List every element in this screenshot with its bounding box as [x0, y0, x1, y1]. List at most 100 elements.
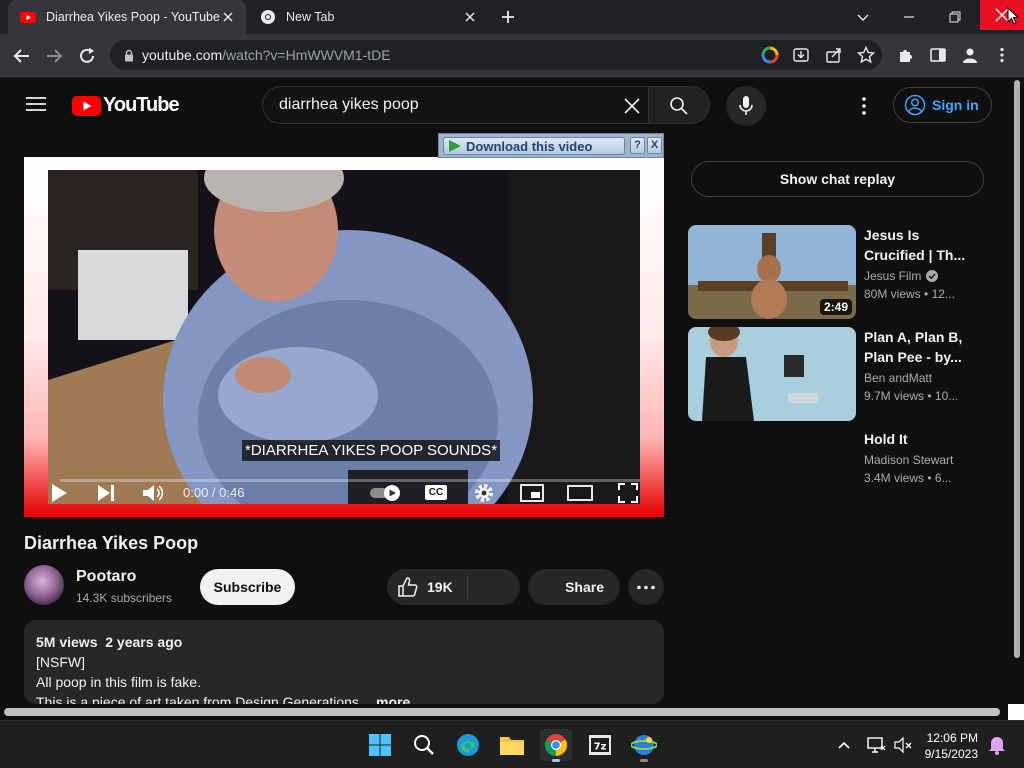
system-clock[interactable]: 12:06 PM 9/15/2023	[918, 730, 978, 762]
show-more-link[interactable]: more	[376, 692, 410, 704]
chrome-menu-dots-icon[interactable]	[993, 46, 1011, 64]
next-video-icon[interactable]	[96, 484, 116, 502]
video-title[interactable]: Hold It	[864, 429, 968, 449]
tab-title: Diarrhea Yikes Poop - YouTube	[46, 10, 220, 24]
video-thumbnail[interactable]	[688, 429, 856, 523]
video-thumbnail[interactable]: 2:49	[688, 225, 856, 319]
play-icon[interactable]	[50, 483, 68, 503]
video-player[interactable]: *DIARRHEA YIKES POOP SOUNDS* 0:00 / 0:46…	[24, 157, 664, 517]
tray-chevron-up-icon[interactable]	[836, 737, 852, 753]
edge-browser-icon[interactable]	[452, 729, 484, 761]
like-divider	[467, 575, 468, 599]
tray-volume-muted-icon[interactable]	[893, 735, 913, 755]
subscribe-button[interactable]: Subscribe	[200, 569, 295, 605]
seven-zip-icon[interactable]: 7z	[584, 729, 616, 761]
tab-close-icon[interactable]	[220, 9, 236, 25]
video-duration: 2:49	[819, 299, 852, 315]
voice-search-button[interactable]	[726, 86, 766, 126]
youtube-logo[interactable]: YouTube	[72, 94, 180, 117]
side-panel-icon[interactable]	[929, 46, 947, 64]
recommended-video[interactable]: 2:49 Jesus Is Crucified | Th... Jesus Fi…	[688, 225, 988, 319]
download-video-toolbar: Download this video ? X	[438, 133, 664, 158]
miniplayer-icon[interactable]	[520, 484, 544, 502]
closed-captions-button[interactable]: CC	[424, 483, 448, 503]
google-lens-icon[interactable]	[761, 46, 779, 64]
like-thumb-icon[interactable]	[397, 576, 419, 598]
reload-icon[interactable]	[77, 46, 97, 66]
download-video-button[interactable]: Download this video	[443, 137, 625, 155]
running-app-indicator	[640, 759, 648, 762]
minimize-icon[interactable]	[901, 9, 917, 25]
channel-line: Jesus Film	[864, 269, 939, 283]
description-box[interactable]: 5M views 2 years ago [NSFW] All poop in …	[24, 620, 664, 704]
theater-mode-icon[interactable]	[567, 485, 593, 501]
restore-icon[interactable]	[947, 9, 963, 25]
forward-arrow-icon[interactable]	[44, 46, 64, 66]
url-host: youtube.com	[142, 47, 223, 63]
description-line: All poop in this film is fake.	[36, 674, 201, 690]
share-page-icon[interactable]	[825, 46, 843, 64]
vertical-scrollbar-thumb[interactable]	[1014, 80, 1020, 658]
youtube-header: YouTube diarrhea yikes poop Sign in	[0, 78, 1010, 134]
start-windows-icon[interactable]	[364, 729, 396, 761]
taskbar-search-icon[interactable]	[408, 729, 440, 761]
video-title[interactable]: Jesus Is Crucified | Th...	[864, 225, 968, 265]
extensions-puzzle-icon[interactable]	[897, 46, 915, 64]
download-help-button[interactable]: ?	[630, 137, 645, 154]
channel-name[interactable]: Ben andMatt	[864, 371, 932, 385]
file-explorer-icon[interactable]	[496, 729, 528, 761]
video-frame[interactable]: *DIARRHEA YIKES POOP SOUNDS* 0:00 / 0:46…	[48, 170, 640, 504]
settings-gear-icon[interactable]	[473, 482, 495, 504]
show-chat-replay-button[interactable]: Show chat replay	[691, 161, 984, 197]
channel-avatar[interactable]	[24, 565, 64, 605]
install-app-icon[interactable]	[792, 46, 810, 64]
network-app-icon[interactable]	[628, 729, 660, 762]
chrome-favicon-icon	[260, 9, 276, 25]
profile-icon[interactable]	[961, 46, 979, 64]
browser-tab-strip: Diarrhea Yikes Poop - YouTube New Tab	[0, 0, 1024, 34]
fullscreen-icon[interactable]	[618, 483, 638, 503]
like-dislike-bar: 19K	[387, 569, 520, 605]
recommended-video[interactable]: Hold It Madison Stewart 3.4M views • 6..…	[688, 429, 988, 523]
description-line: [NSFW]	[36, 654, 85, 670]
tab-title: New Tab	[286, 10, 335, 24]
channel-name[interactable]: Madison Stewart	[864, 453, 953, 467]
tab-youtube[interactable]: Diarrhea Yikes Poop - YouTube	[8, 0, 246, 34]
tab-new-tab[interactable]: New Tab	[248, 0, 488, 34]
chrome-taskbar-icon[interactable]	[540, 729, 572, 762]
tab-close-icon[interactable]	[462, 9, 478, 25]
bookmark-star-icon[interactable]	[857, 46, 875, 64]
settings-dots-icon[interactable]	[856, 96, 872, 116]
hamburger-menu-icon[interactable]	[26, 96, 46, 112]
autoplay-toggle[interactable]	[368, 484, 404, 502]
like-count[interactable]: 19K	[427, 579, 453, 595]
download-close-button[interactable]: X	[647, 137, 662, 154]
recommended-video[interactable]: Plan A, Plan B, Plan Pee - by... Ben and…	[688, 327, 988, 421]
upload-age: 12...	[931, 287, 955, 301]
tab-search-chevron-icon[interactable]	[855, 9, 871, 25]
channel-line: Ben andMatt	[864, 371, 932, 385]
url-path: /watch?v=HmWWVM1-tDE	[222, 47, 391, 63]
horizontal-scrollbar-thumb[interactable]	[4, 708, 1000, 716]
view-count-date: 5M views 2 years ago	[36, 634, 183, 650]
notification-bell-icon[interactable]	[988, 735, 1006, 755]
video-thumbnail[interactable]	[688, 327, 856, 421]
view-count-line: 9.7M views • 10...	[864, 389, 959, 403]
volume-icon[interactable]	[142, 483, 164, 503]
channel-name[interactable]: Pootaro	[76, 568, 136, 586]
search-input[interactable]: diarrhea yikes poop	[262, 86, 648, 124]
new-tab-plus-icon[interactable]	[500, 9, 516, 25]
sign-in-button[interactable]: Sign in	[893, 87, 992, 123]
clock-time: 12:06 PM	[926, 731, 978, 745]
share-button[interactable]: Share	[528, 569, 620, 605]
youtube-wordmark: YouTube	[103, 94, 180, 116]
tray-network-icon[interactable]	[866, 735, 886, 755]
dislike-button[interactable]	[469, 569, 520, 605]
channel-name[interactable]: Jesus Film	[864, 269, 921, 283]
progress-bar[interactable]	[60, 479, 640, 482]
back-arrow-icon[interactable]	[12, 46, 32, 66]
search-button[interactable]	[648, 86, 710, 124]
more-actions-button[interactable]	[628, 569, 664, 605]
video-title[interactable]: Plan A, Plan B, Plan Pee - by...	[864, 327, 968, 367]
clear-search-icon[interactable]	[623, 97, 641, 115]
